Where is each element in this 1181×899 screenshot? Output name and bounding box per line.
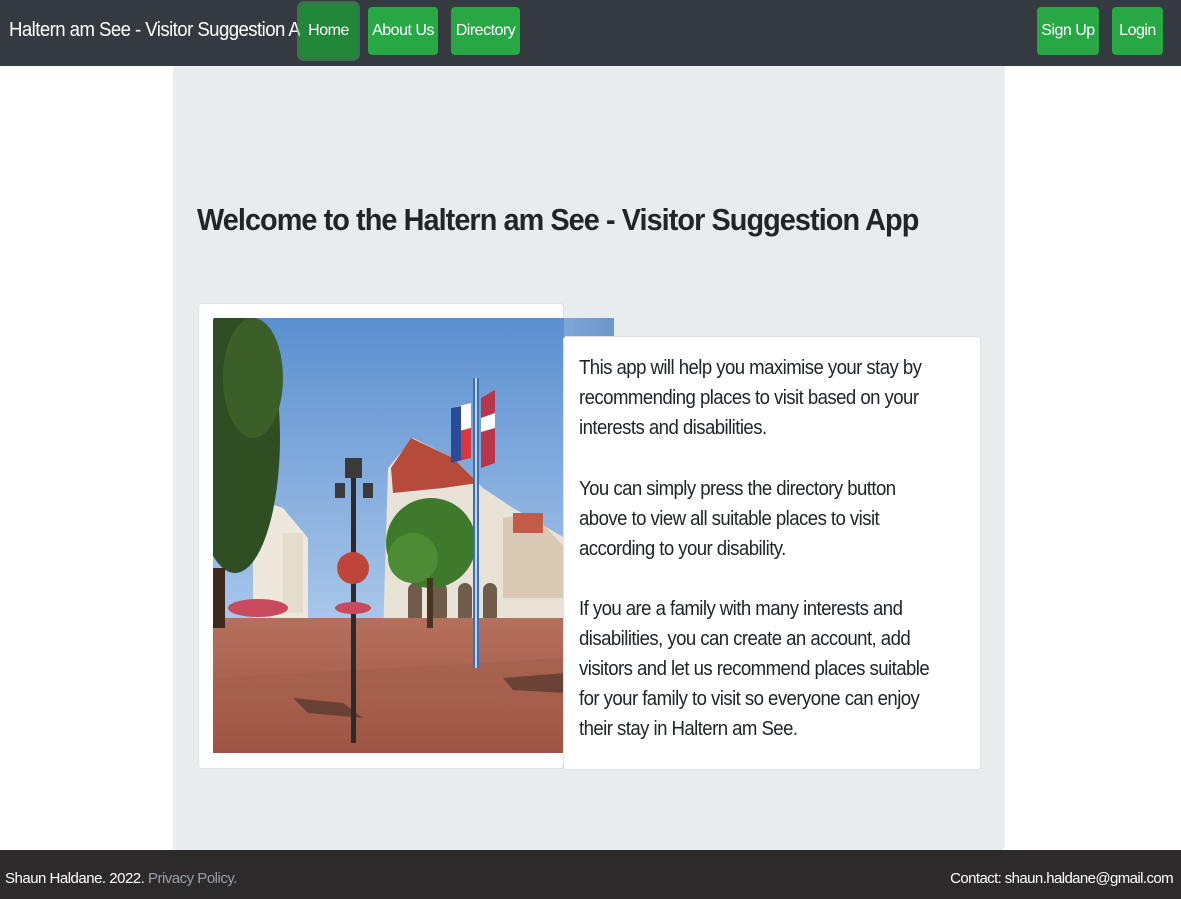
nav-directory-button[interactable]: Directory [451,7,520,55]
town-square-photo [213,318,565,753]
directory-paragraph: You can simply press the directory butto… [579,478,896,560]
family-paragraph: If you are a family with many interests … [579,598,930,740]
navbar: Haltern am See - Visitor Suggestion App … [0,0,1181,66]
footer: Shaun Haldane. 2022. Privacy Policy. Con… [0,850,1181,899]
footer-author: Shaun Haldane. 2022. [5,870,145,887]
privacy-policy-link[interactable]: Privacy Policy. [148,870,237,887]
signup-button[interactable]: Sign Up [1037,7,1099,55]
brand-title[interactable]: Haltern am See - Visitor Suggestion App [9,19,320,42]
page-title: Welcome to the Haltern am See - Visitor … [197,202,919,237]
nav-home-button[interactable]: Home [300,4,357,58]
intro-paragraph: This app will help you maximise your sta… [579,357,922,439]
footer-credit: Shaun Haldane. 2022. Privacy Policy. [5,870,237,887]
photo-edge [564,318,614,336]
login-button[interactable]: Login [1112,7,1163,55]
nav-about-button[interactable]: About Us [368,7,438,55]
footer-contact: Contact: shaun.haldane@gmail.com [950,870,1173,887]
